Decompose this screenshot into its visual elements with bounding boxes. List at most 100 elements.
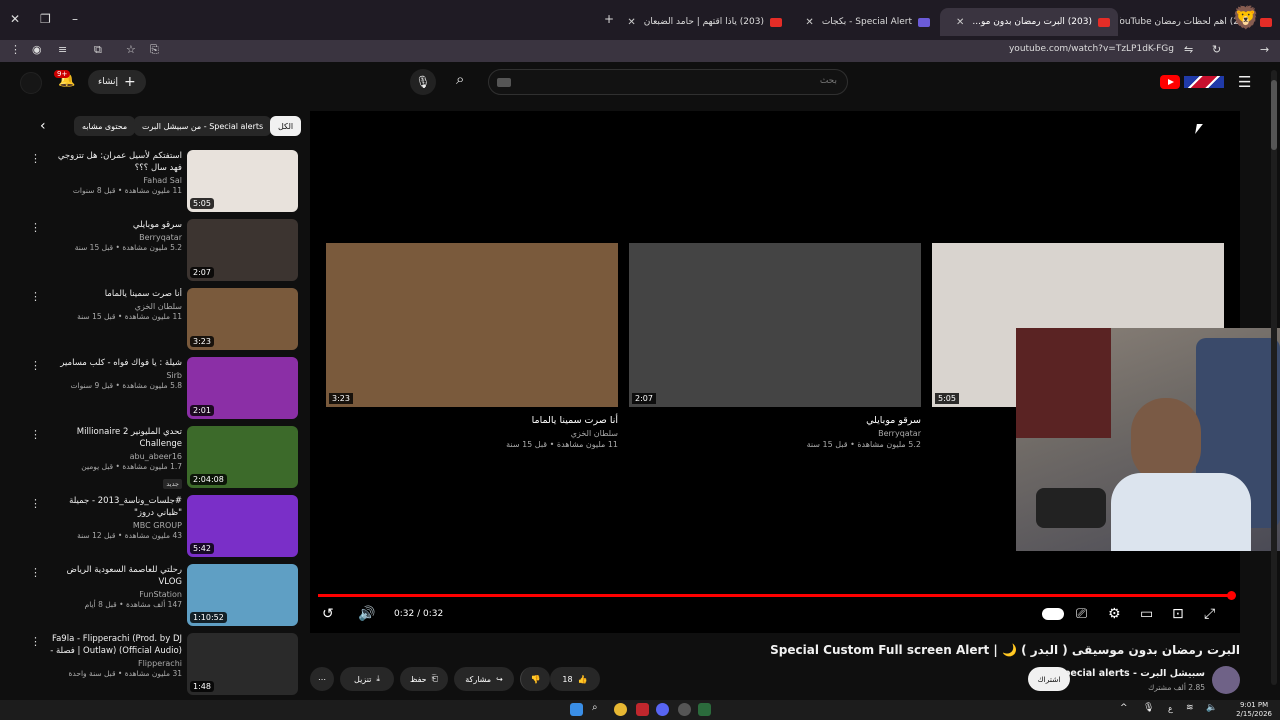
clock[interactable]: 9:01 PM 2/15/2026	[1236, 701, 1272, 719]
list-item-channel[interactable]: Berryqatar	[46, 233, 182, 242]
endscreen-title[interactable]: أنا صرت سمينا يالماما	[326, 415, 618, 426]
close-window-button[interactable]: ✕	[10, 12, 20, 26]
list-item[interactable]: ⋮ #جلسات_وناسة_2013 - جميلة "ظباني دروز" M…	[28, 495, 300, 559]
more-dots-icon[interactable]: ⋮	[30, 566, 41, 579]
save-button[interactable]: حفظ ⎗	[400, 667, 448, 691]
list-item-channel[interactable]: سلطان الخزي	[46, 302, 182, 311]
list-item[interactable]: ⋮ رحلتي للعاصمة السعودية الرياض VLOG FunSt…	[28, 564, 300, 628]
channel-avatar[interactable]	[1212, 666, 1240, 694]
list-item-title[interactable]: تحدي المليونير 2 Millionaire Challenge	[46, 426, 182, 450]
extension-icon[interactable]: ◉	[32, 43, 42, 56]
download-button[interactable]: تنزيل ⤓	[340, 667, 394, 691]
list-item-thumbnail[interactable]: 2:01	[187, 357, 298, 419]
endscreen-item[interactable]: 3:23 أنا صرت سمينا يالماما سلطان الخزي 11 م…	[326, 243, 618, 449]
list-item-thumbnail[interactable]: 3:23	[187, 288, 298, 350]
cast-icon[interactable]: ⊡	[1172, 606, 1184, 622]
list-item-title[interactable]: أنا صرت سمينا يالماما	[46, 288, 182, 300]
autoplay-toggle[interactable]	[1042, 608, 1064, 620]
tab-4[interactable]: (203) ياذا اقتهم | حامد الضبعان ✕	[620, 8, 790, 36]
list-item-channel[interactable]: FunStation	[46, 590, 182, 599]
list-item[interactable]: ⋮ أنا صرت سمينا يالماما سلطان الخزي 11 مليو…	[28, 288, 300, 352]
more-dots-icon[interactable]: ⋮	[30, 221, 41, 234]
close-icon[interactable]: ✕	[805, 17, 813, 28]
endscreen-thumbnail[interactable]: 2:07	[629, 243, 921, 407]
list-item-channel[interactable]: Flipperachi	[46, 659, 182, 668]
endscreen-item[interactable]: 2:07 سرقو موبايلي Berryqatar 5.2 مليون مشاه…	[629, 243, 921, 449]
search-input[interactable]: بحث	[488, 69, 848, 95]
list-item-thumbnail[interactable]: 5:05	[187, 150, 298, 212]
list-item[interactable]: ⋮ تحدي المليونير 2 Millionaire Challenge a…	[28, 426, 300, 490]
volume-icon[interactable]: 🔊	[358, 606, 375, 622]
avatar[interactable]	[20, 72, 42, 94]
create-button[interactable]: إنشاء +	[88, 70, 146, 94]
list-item-channel[interactable]: abu_abeer16	[46, 452, 182, 461]
search-taskbar-icon[interactable]: ⌕	[592, 702, 605, 715]
profile-lion-icon[interactable]: 🦁	[1232, 6, 1259, 31]
more-dots-icon[interactable]: ⋮	[30, 359, 41, 372]
reload-icon[interactable]: ↻	[1212, 43, 1221, 56]
url-field[interactable]: youtube.com/watch?v=TzLP1dK-FGg	[1009, 44, 1174, 54]
chevron-up-icon[interactable]: ^	[1120, 703, 1128, 713]
more-actions-button[interactable]: ⋯	[310, 667, 334, 691]
settings-gear-icon[interactable]: ⚙	[1108, 606, 1121, 622]
progress-bar[interactable]	[318, 594, 1232, 597]
list-item-thumbnail[interactable]: 2:04:08	[187, 426, 298, 488]
list-item-thumbnail[interactable]: 1:10:52	[187, 564, 298, 626]
more-dots-icon[interactable]: ⋮	[30, 497, 41, 510]
more-dots-icon[interactable]: ⋮	[30, 428, 41, 441]
tab-2-active[interactable]: (203) البرت رمضان بدون مو... ✕	[940, 8, 1118, 36]
more-dots-icon[interactable]: ⋮	[30, 635, 41, 648]
hamburger-menu-icon[interactable]: ☰	[1238, 73, 1251, 91]
screen-share-icon[interactable]: ⎘	[150, 43, 159, 57]
list-item-title[interactable]: رحلتي للعاصمة السعودية الرياض VLOG	[46, 564, 182, 588]
list-item[interactable]: ⋮ سرقو موبايلي Berryqatar 5.2 مليون مشاهدة …	[28, 219, 300, 283]
list-item-title[interactable]: Fa9la - Flipperachi (Prod. by DJ Outlaw)…	[46, 633, 182, 657]
progress-scrubber[interactable]	[1227, 591, 1236, 600]
puzzle-icon[interactable]: ⧉	[94, 43, 102, 57]
new-tab-button[interactable]: +	[604, 12, 614, 26]
subscribe-button[interactable]: اشتراك	[1028, 667, 1070, 691]
list-item-thumbnail[interactable]: 2:07	[187, 219, 298, 281]
endscreen-thumbnail[interactable]: 3:23	[326, 243, 618, 407]
minimize-window-button[interactable]: –	[72, 12, 78, 26]
discord-icon[interactable]	[656, 703, 669, 716]
star-icon[interactable]: ☆	[126, 43, 136, 56]
list-item-thumbnail[interactable]: 1:48	[187, 633, 298, 695]
restore-window-button[interactable]: ❐	[40, 12, 51, 26]
youtube-logo[interactable]	[1160, 75, 1180, 89]
like-button[interactable]: 18 👍	[550, 667, 600, 691]
replay-icon[interactable]: ↺	[322, 606, 334, 622]
share-button[interactable]: مشاركة ↪	[454, 667, 514, 691]
list-item-title[interactable]: #جلسات_وناسة_2013 - جميلة "ظباني دروز"	[46, 495, 182, 519]
list-item-thumbnail[interactable]: 5:42	[187, 495, 298, 557]
miniplayer-icon[interactable]: ▭	[1140, 606, 1153, 622]
search-icon[interactable]: ⌕	[456, 70, 464, 88]
endscreen-title[interactable]: سرقو موبايلي	[629, 415, 921, 426]
list-item-title[interactable]: استفتكم لأسيل عمران: هل تتزوجي فهد سال ؟…	[46, 150, 182, 174]
more-dots-icon[interactable]: ⋮	[30, 290, 41, 303]
scrollbar-thumb[interactable]	[1271, 80, 1277, 150]
more-dots-icon[interactable]: ⋮	[30, 152, 41, 165]
mic-tray-icon[interactable]: 🎙	[1143, 703, 1154, 713]
list-item-channel[interactable]: Sirb	[46, 371, 182, 380]
forward-icon[interactable]: →	[1260, 43, 1269, 56]
chevron-left-icon[interactable]: ‹	[40, 118, 46, 134]
list-item-channel[interactable]: MBC GROUP	[46, 521, 182, 530]
chip-channel[interactable]: من سبيشل البرت - Special alerts	[134, 116, 272, 136]
close-icon[interactable]: ✕	[627, 17, 635, 28]
tab-3[interactable]: Special Alert - بكجات ✕	[790, 8, 938, 36]
keyboard-icon[interactable]	[497, 78, 511, 87]
mic-icon[interactable]: 🎙	[410, 69, 436, 95]
terminal-icon[interactable]	[698, 703, 711, 716]
channel-name[interactable]: سبيشل البرت - Special alerts	[1057, 668, 1205, 679]
chrome-icon[interactable]	[614, 703, 627, 716]
start-icon[interactable]	[570, 703, 583, 716]
list-item[interactable]: ⋮ شيلة : يا فواك فواه - كلب مسامير Sirb 5.8…	[28, 357, 300, 421]
chip-similar[interactable]: محتوى مشابه	[74, 116, 136, 136]
fullscreen-icon[interactable]: ⤢	[1204, 606, 1215, 622]
list-item[interactable]: ⋮ استفتكم لأسيل عمران: هل تتزوجي فهد سال …	[28, 150, 300, 214]
page-scrollbar[interactable]	[1271, 70, 1277, 685]
dislike-button[interactable]: 👎	[520, 667, 550, 691]
list-item-title[interactable]: سرقو موبايلي	[46, 219, 182, 231]
pdf-icon[interactable]	[636, 703, 649, 716]
